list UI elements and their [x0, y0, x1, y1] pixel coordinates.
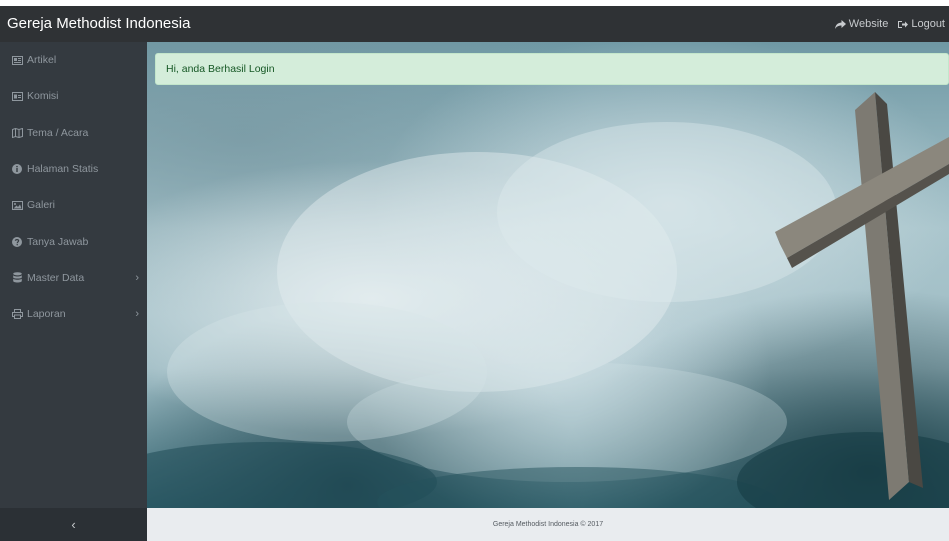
brand-title[interactable]: Gereja Methodist Indonesia [7, 6, 190, 42]
info-circle-icon [11, 163, 23, 175]
top-navbar: Gereja Methodist Indonesia Website Logou… [0, 6, 949, 42]
content-area [147, 42, 949, 508]
sign-out-icon [898, 20, 909, 29]
website-link[interactable]: Website [834, 6, 889, 42]
share-icon [834, 19, 846, 29]
sidebar-item-label: Halaman Statis [27, 163, 99, 176]
chevron-right-icon: › [135, 308, 139, 321]
logout-link-label: Logout [911, 18, 945, 30]
chevron-right-icon: › [135, 271, 139, 284]
cross-background-image [147, 92, 949, 508]
database-icon [11, 272, 23, 284]
sidebar-item-label: Tema / Acara [27, 126, 89, 139]
logout-link[interactable]: Logout [898, 6, 945, 42]
top-links: Website Logout [834, 6, 945, 42]
login-success-alert: Hi, anda Berhasil Login [155, 53, 949, 85]
sidebar-item-galeri[interactable]: Galeri [0, 187, 147, 223]
sidebar-item-tanya-jawab[interactable]: Tanya Jawab [0, 223, 147, 259]
map-icon [11, 127, 23, 139]
sidebar: Artikel Komisi Tema / Acara Halaman Stat… [0, 42, 147, 508]
sidebar-item-label: Komisi [27, 90, 59, 103]
newspaper-icon [11, 54, 23, 66]
sidebar-item-master-data[interactable]: Master Data › [0, 260, 147, 296]
sidebar-item-label: Artikel [27, 54, 57, 67]
sidebar-item-tema-acara[interactable]: Tema / Acara [0, 115, 147, 151]
sidebar-item-label: Galeri [27, 199, 56, 212]
sidebar-toggle-button[interactable]: ‹ [0, 508, 147, 541]
print-icon [11, 308, 23, 320]
sidebar-item-komisi[interactable]: Komisi [0, 78, 147, 114]
website-link-label: Website [848, 18, 889, 30]
sidebar-item-label: Tanya Jawab [27, 235, 89, 248]
sidebar-menu: Artikel Komisi Tema / Acara Halaman Stat… [0, 42, 147, 332]
footer: Gereja Methodist Indonesia © 2017 [147, 508, 949, 541]
image-icon [11, 199, 23, 211]
sidebar-item-label: Master Data [27, 271, 85, 284]
question-circle-icon [11, 236, 23, 248]
sidebar-item-halaman-statis[interactable]: Halaman Statis [0, 151, 147, 187]
sidebar-item-laporan[interactable]: Laporan › [0, 296, 147, 332]
id-card-icon [11, 90, 23, 102]
sidebar-item-artikel[interactable]: Artikel [0, 42, 147, 78]
sidebar-item-label: Laporan [27, 308, 66, 321]
